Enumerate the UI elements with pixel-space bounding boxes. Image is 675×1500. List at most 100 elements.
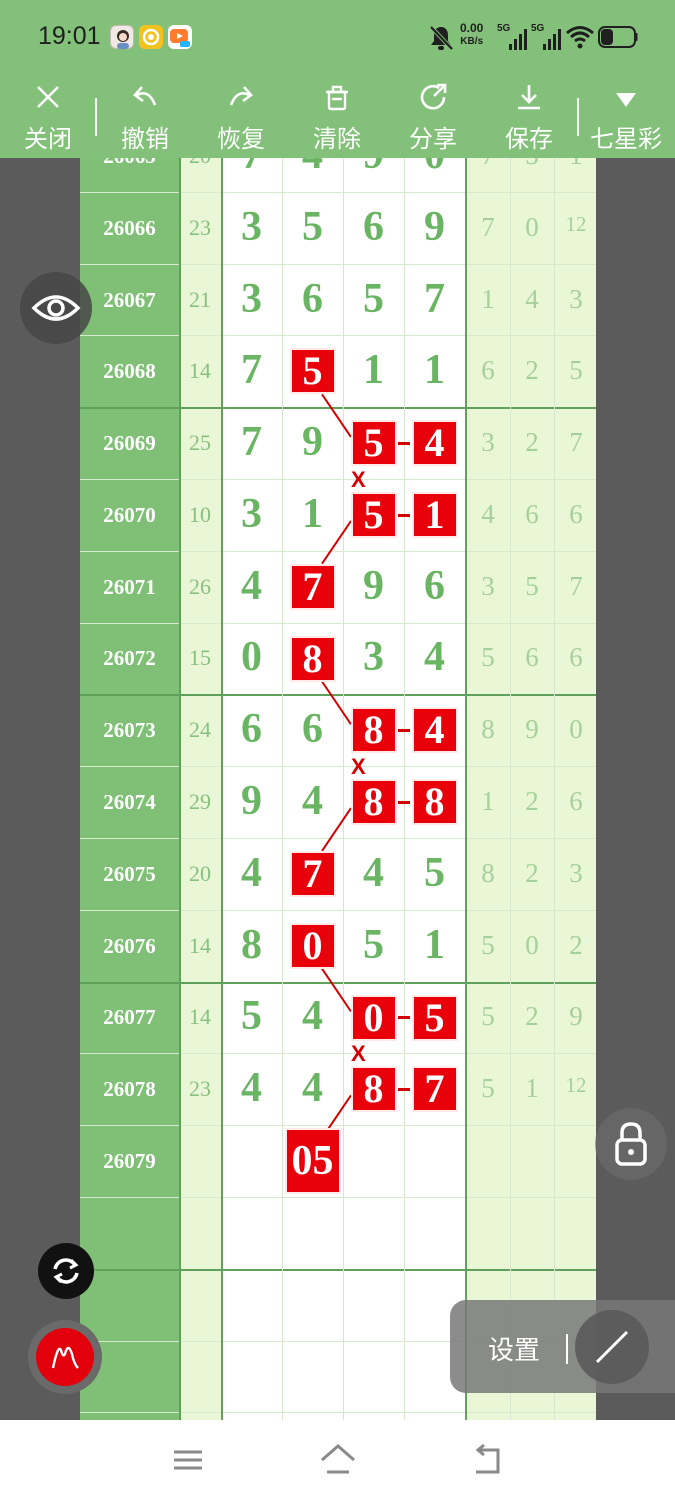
tail-value: 2 <box>525 786 539 816</box>
avatar-app-icon <box>110 25 134 49</box>
position-digit: 6 <box>241 706 262 752</box>
settings-divider <box>566 1334 568 1364</box>
tail-value: 0 <box>525 930 539 960</box>
position-digit: 1 <box>424 347 445 393</box>
sum-value: 14 <box>189 933 211 958</box>
tail-value: 6 <box>569 786 583 816</box>
back-nav-button[interactable] <box>468 1440 508 1480</box>
lock-button[interactable] <box>595 1108 667 1180</box>
tail-value: 2 <box>569 930 583 960</box>
undo-button[interactable]: 撤销 <box>97 75 193 158</box>
clear-button[interactable]: 清除 <box>289 75 385 158</box>
position-digit: 4 <box>241 1065 262 1111</box>
issue-number: 26077 <box>103 1005 156 1029</box>
lottery-type-dropdown[interactable]: 七星彩 <box>578 75 674 158</box>
issue-number: 26069 <box>103 431 156 455</box>
position-digit: 6 <box>424 563 445 609</box>
lock-icon <box>615 1122 647 1166</box>
pair-cross-mark: X <box>351 1041 366 1066</box>
system-nav-bar <box>0 1420 675 1500</box>
undo-icon <box>133 86 157 106</box>
undo-label: 撤销 <box>121 125 169 153</box>
tail-value: 6 <box>525 499 539 529</box>
position-digit: 3 <box>241 491 262 537</box>
grid-row-line <box>80 910 596 911</box>
status-time: 19:01 <box>38 22 101 50</box>
trend-chart[interactable]: 2606520749073126066233569701226067213657… <box>80 158 596 1420</box>
tail-value: 8 <box>481 858 495 888</box>
position-digit: 5 <box>363 922 384 968</box>
sum-value: 26 <box>189 574 211 599</box>
position-digit: 5 <box>424 850 445 896</box>
close-button[interactable]: 关闭 <box>0 75 96 158</box>
line-tool-button[interactable] <box>575 1310 649 1384</box>
position-digit: 1 <box>302 491 323 537</box>
tail-value: 7 <box>466 158 510 171</box>
issue-number: 26070 <box>103 503 156 527</box>
tail-value: 5 <box>481 1001 495 1031</box>
position-digit: 4 <box>302 1065 323 1111</box>
sum-value: 20 <box>179 158 221 169</box>
position-digit: 3 <box>363 634 384 680</box>
menu-nav-button[interactable] <box>168 1440 208 1480</box>
tail-value: 5 <box>481 1073 495 1103</box>
position-digit: 1 <box>424 922 445 968</box>
sum-value: 10 <box>189 502 211 527</box>
toolbar: 关闭 撤销 恢复 清除 分享 保存 七星彩 <box>0 75 675 158</box>
position-digit: 4 <box>283 158 343 179</box>
tail-value: 5 <box>525 571 539 601</box>
position-digit: 9 <box>363 563 384 609</box>
pen-button[interactable] <box>28 1320 102 1394</box>
chart-right-margin <box>596 158 675 1420</box>
eye-toggle-button[interactable] <box>20 272 92 344</box>
issue-number: 26074 <box>103 790 156 814</box>
tail-value: 12 <box>565 1073 587 1097</box>
toolbar-divider-right <box>577 98 579 136</box>
grid-row-line <box>80 1125 596 1126</box>
position-digit: 4 <box>302 778 323 824</box>
sum-value: 24 <box>189 717 211 742</box>
toolbar-divider-left <box>95 98 97 136</box>
redo-icon <box>229 86 253 106</box>
issue-number: 26068 <box>103 359 156 383</box>
issue-number: 26079 <box>103 1149 156 1173</box>
menu-icon <box>174 1450 202 1470</box>
close-icon <box>37 86 59 108</box>
refresh-button[interactable] <box>38 1243 94 1299</box>
close-label: 关闭 <box>24 125 72 153</box>
share-button[interactable]: 分享 <box>385 75 481 158</box>
pair-cross-mark: X <box>351 467 366 492</box>
issue-number: 26071 <box>103 575 156 599</box>
tail-value: 7 <box>569 427 583 457</box>
wifi-icon <box>565 24 595 50</box>
position-digit: 4 <box>241 563 262 609</box>
pen-scribble-icon <box>51 1346 79 1369</box>
hit-digit: 5 <box>289 348 336 395</box>
grid-row-line <box>80 407 596 409</box>
settings-panel[interactable]: 设置 <box>450 1300 675 1393</box>
redo-label: 恢复 <box>217 125 265 153</box>
redo-button[interactable]: 恢复 <box>193 75 289 158</box>
grid-row-line <box>80 264 596 265</box>
grid-row-line <box>80 1197 596 1198</box>
hit-digit: 7 <box>289 563 336 610</box>
pair-dash <box>398 1016 410 1019</box>
pen-button-inner <box>36 1328 94 1386</box>
tail-value: 5 <box>481 930 495 960</box>
tail-value: 9 <box>569 1001 583 1031</box>
hit-digit: 8 <box>411 779 458 826</box>
save-button[interactable]: 保存 <box>481 75 577 158</box>
tail-value: 8 <box>481 714 495 744</box>
triangle-down-icon <box>616 93 636 107</box>
coin-app-icon <box>139 25 163 49</box>
position-digit: 3 <box>241 276 262 322</box>
hit-digit: 8 <box>350 1066 397 1113</box>
save-label: 保存 <box>505 125 553 153</box>
sum-value: 21 <box>189 287 211 312</box>
position-digit: 5 <box>241 993 262 1039</box>
home-nav-button[interactable] <box>318 1440 358 1480</box>
position-digit: 7 <box>241 419 262 465</box>
refresh-icon <box>53 1258 79 1284</box>
settings-label[interactable]: 设置 <box>488 1330 540 1367</box>
position-digit: 9 <box>302 419 323 465</box>
